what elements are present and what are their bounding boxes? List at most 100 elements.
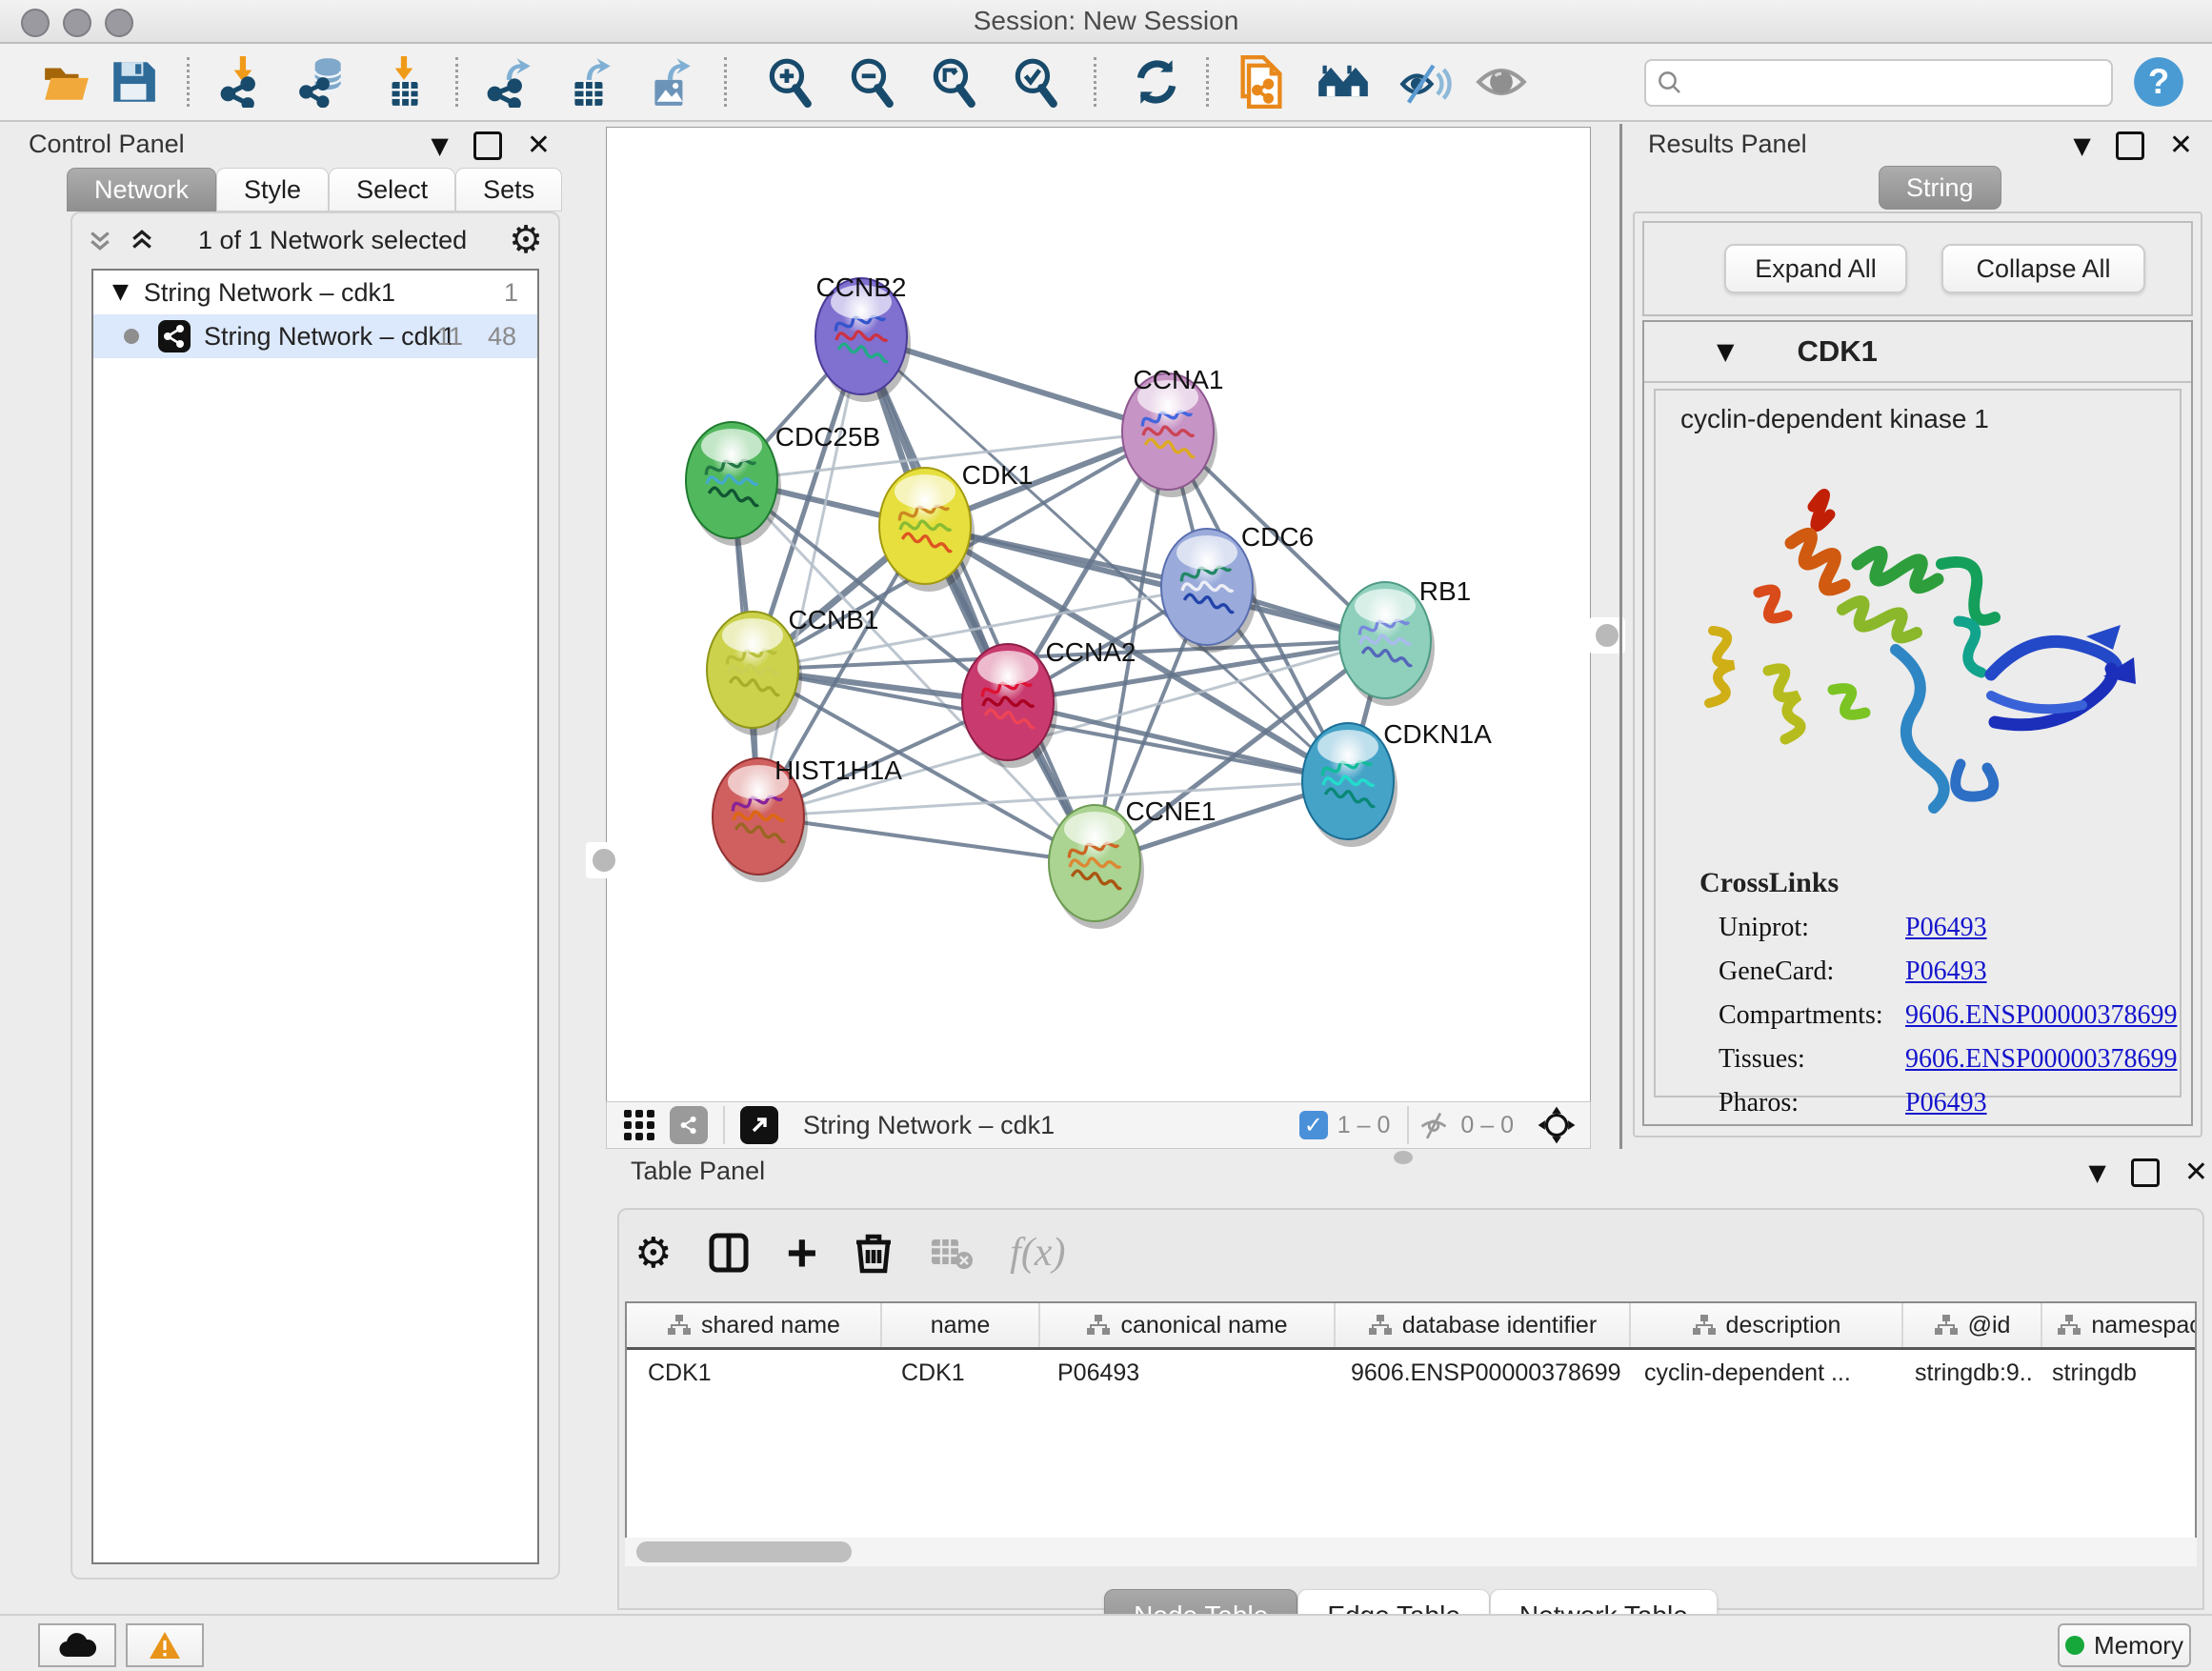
tab-style[interactable]: Style [216,168,329,211]
cell-@id[interactable]: stringdb:9... [1894,1350,2031,1396]
selected-checkbox-icon[interactable]: ✓ [1299,1111,1328,1139]
column-header-@id[interactable]: @id [1903,1303,2042,1347]
left-splitter-grip[interactable] [586,842,622,878]
cloud-status-button[interactable] [38,1623,116,1667]
save-session-button[interactable] [107,55,160,109]
expand-all-button[interactable]: Expand All [1724,244,1907,293]
column-header-database-identifier[interactable]: database identifier [1336,1303,1631,1347]
network-label: String Network – cdk1 [204,322,455,352]
crosslink-link[interactable]: P06493 [1905,956,1987,987]
import-network-button[interactable] [217,55,271,109]
collapse-all-button[interactable]: Collapse All [1941,244,2145,293]
column-header-name[interactable]: name [882,1303,1040,1347]
memory-button[interactable]: Memory [2058,1623,2191,1667]
help-button[interactable]: ? [2132,55,2185,109]
hidden-eye-icon[interactable] [1417,1108,1451,1142]
collapse-panel-icon[interactable]: ▼ [2088,1161,2105,1184]
network-collection-row[interactable]: ▼ String Network – cdk1 1 [93,271,537,314]
section-collapse-icon[interactable]: ▼ [1717,340,1734,363]
network-canvas[interactable]: CCNB2CCNA1CDC25BCDK1CDC6RB1CCNB1CCNA2CDK… [606,127,1591,1102]
edge-CCNE1-HIST1H1A[interactable] [758,816,1095,863]
network-row-selected[interactable]: String Network – cdk1 11 48 [93,314,537,358]
node-label-CCNB1: CCNB1 [789,605,879,634]
open-session-button[interactable] [40,55,93,109]
node-CCNA2[interactable] [962,644,1057,768]
table-options-gear-icon[interactable]: ⚙ [634,1229,672,1278]
network-share-view-icon[interactable] [670,1106,708,1144]
cell-database-identifier[interactable]: 9606.ENSP00000378699 [1330,1350,1623,1396]
cell-canonical-name[interactable]: P06493 [1036,1350,1330,1396]
refresh-button[interactable] [1130,55,1183,109]
close-panel-icon[interactable]: ✕ [2184,1158,2208,1187]
export-image-button[interactable] [644,55,697,109]
results-panel-splitter[interactable] [1619,124,1622,1149]
table-row[interactable]: CDK1CDK1P064939606.ENSP00000378699cyclin… [627,1350,2195,1396]
add-column-icon[interactable]: + [786,1234,817,1272]
expand-all-icon[interactable] [128,226,156,254]
column-header-namespace[interactable]: namespace [2042,1303,2197,1347]
hide-glass-eye-button[interactable] [1398,55,1452,109]
window-title: Session: New Session [0,6,2212,36]
gene-section-header[interactable]: ▼ CDK1 [1644,322,2191,383]
toolbar-separator [455,57,458,107]
collapse-panel-icon[interactable]: ▼ [2073,134,2090,157]
search-input[interactable] [1694,64,2111,102]
show-glass-eye-button[interactable] [1475,55,1528,109]
float-panel-icon[interactable] [2116,131,2144,160]
column-header-description[interactable]: description [1631,1303,1903,1347]
delete-column-icon[interactable] [854,1231,894,1275]
birds-eye-icon[interactable] [1537,1105,1577,1145]
node-label-CDC6: CDC6 [1241,522,1314,552]
import-table-button[interactable] [377,55,431,109]
show-columns-icon[interactable] [708,1232,750,1274]
tab-select[interactable]: Select [329,168,455,211]
import-database-button[interactable] [297,55,351,109]
scrollbar-thumb[interactable] [636,1541,852,1562]
export-table-button[interactable] [564,55,617,109]
cell-namespace[interactable]: stringdb [2031,1350,2197,1396]
node-CDK1[interactable] [879,468,975,592]
float-panel-icon[interactable] [473,131,502,160]
string-home-button[interactable] [1317,55,1370,109]
crosslink-link[interactable]: P06493 [1905,1088,1987,1118]
import-network-icon [218,56,270,108]
tab-sets[interactable]: Sets [455,168,562,211]
zoom-fit-button[interactable] [926,55,979,109]
column-header-canonical-name[interactable]: canonical name [1040,1303,1336,1347]
grid-view-icon[interactable] [622,1108,656,1142]
collapse-all-icon[interactable] [86,226,114,254]
node-count: 11 [436,322,463,352]
crosslink-link[interactable]: 9606.ENSP00000378699 [1905,1000,2177,1031]
edge-CCNB2-HIST1H1A[interactable] [758,336,861,816]
tab-network[interactable]: Network [67,168,216,211]
zoom-out-button[interactable] [844,55,897,109]
tree-expand-icon[interactable]: ▼ [112,282,129,303]
control-panel-tabs: Network Style Select Sets [67,168,562,211]
crosslink-link[interactable]: P06493 [1905,913,1987,943]
export-network-button[interactable] [484,55,537,109]
zoom-selected-button[interactable] [1008,55,1061,109]
close-panel-icon[interactable]: ✕ [2169,131,2193,160]
tab-string[interactable]: String [1879,166,2001,210]
node-table: shared namenamecanonical namedatabase id… [625,1301,2197,1541]
network-options-gear-icon[interactable]: ⚙ [509,218,543,262]
gene-description: cyclin-dependent kinase 1 [1680,404,2180,434]
cell-shared-name[interactable]: CDK1 [627,1350,880,1396]
table-horizontal-scrollbar[interactable] [625,1538,2197,1566]
svg-text:?: ? [2148,62,2169,101]
zoom-in-button[interactable] [762,55,815,109]
cell-description[interactable]: cyclin-dependent ... [1623,1350,1894,1396]
collapse-panel-icon[interactable]: ▼ [431,134,448,157]
float-panel-icon[interactable] [2131,1158,2160,1187]
close-panel-icon[interactable]: ✕ [527,131,551,160]
string-import-button[interactable] [1235,55,1288,109]
node-label-CCNA1: CCNA1 [1134,365,1224,394]
warnings-button[interactable] [126,1623,204,1667]
node-label-CCNB2: CCNB2 [816,272,907,302]
cell-name[interactable]: CDK1 [880,1350,1036,1396]
detach-view-icon[interactable] [740,1106,778,1144]
crosslink-link[interactable]: 9606.ENSP00000378699 [1905,1044,2177,1075]
edge-CDK1-RB1[interactable] [925,526,1385,640]
column-header-shared-name[interactable]: shared name [627,1303,882,1347]
crosslink-row: Compartments: 9606.ENSP00000378699 [1719,1000,2180,1031]
